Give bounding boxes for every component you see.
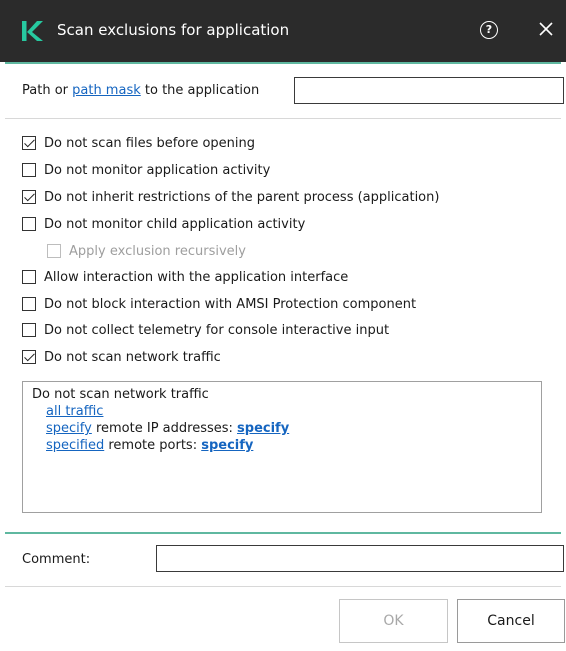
panel-line-ip-addresses: specify remote IP addresses: specify [46, 421, 289, 436]
close-icon[interactable] [536, 19, 556, 39]
kaspersky-logo-icon [22, 21, 43, 41]
checkbox[interactable] [22, 190, 36, 204]
accent-divider-bottom [5, 532, 561, 534]
option-inherit-parent-restrictions[interactable]: Do not inherit restrictions of the paren… [22, 188, 439, 206]
ip-text: remote IP addresses: [91, 421, 238, 436]
ports-text: remote ports: [104, 438, 202, 453]
option-console-telemetry[interactable]: Do not collect telemetry for console int… [22, 321, 389, 339]
checkbox[interactable] [22, 350, 36, 364]
help-icon[interactable]: ? [480, 21, 498, 39]
panel-line-all-traffic: all traffic [46, 404, 103, 419]
cancel-button[interactable]: Cancel [457, 599, 565, 643]
network-traffic-panel: Do not scan network traffic all traffic … [22, 381, 542, 513]
panel-line-ports: specified remote ports: specify [46, 438, 253, 453]
checkbox[interactable] [22, 163, 36, 177]
ip-mode-link[interactable]: specify [46, 421, 92, 436]
option-scan-network-traffic[interactable]: Do not scan network traffic [22, 348, 221, 366]
window-title: Scan exclusions for application [57, 21, 290, 39]
path-mask-link[interactable]: path mask [72, 83, 141, 98]
comment-label: Comment: [22, 552, 91, 567]
comment-input[interactable] [156, 545, 564, 572]
option-monitor-application-activity[interactable]: Do not monitor application activity [22, 161, 270, 179]
option-allow-interface-interaction[interactable]: Allow interaction with the application i… [22, 268, 348, 286]
option-amsi-protection[interactable]: Do not block interaction with AMSI Prote… [22, 295, 416, 313]
title-bar: Scan exclusions for application ? [0, 0, 566, 62]
checkbox[interactable] [22, 270, 36, 284]
ports-mode-link[interactable]: specified [46, 438, 104, 453]
checkbox[interactable] [22, 323, 36, 337]
checkbox-disabled [47, 244, 61, 258]
ip-value-link[interactable]: specify [237, 421, 289, 436]
checkbox[interactable] [22, 217, 36, 231]
footer-divider [5, 586, 561, 587]
option-label: Do not block interaction with AMSI Prote… [44, 296, 417, 312]
section-divider [5, 118, 561, 119]
path-input[interactable] [294, 77, 564, 104]
option-label: Do not inherit restrictions of the paren… [44, 189, 440, 205]
all-traffic-link[interactable]: all traffic [46, 404, 103, 419]
ports-value-link[interactable]: specify [201, 438, 253, 453]
path-label-prefix: Path or [22, 83, 73, 98]
option-scan-files-before-opening[interactable]: Do not scan files before opening [22, 134, 255, 152]
option-label: Apply exclusion recursively [69, 243, 246, 259]
checkbox[interactable] [22, 297, 36, 311]
option-label: Do not monitor child application activit… [44, 216, 306, 232]
checkbox[interactable] [22, 136, 36, 150]
option-label: Do not monitor application activity [44, 162, 271, 178]
panel-title: Do not scan network traffic [32, 387, 209, 402]
path-label-suffix: to the application [140, 83, 260, 98]
option-label: Do not scan network traffic [44, 349, 221, 365]
path-label: Path or path mask to the application [22, 83, 259, 98]
option-apply-recursively: Apply exclusion recursively [47, 242, 246, 260]
option-label: Do not scan files before opening [44, 135, 255, 151]
option-label: Do not collect telemetry for console int… [44, 322, 390, 338]
accent-divider-top [5, 62, 561, 64]
option-monitor-child-activity[interactable]: Do not monitor child application activit… [22, 215, 305, 233]
ok-button[interactable]: OK [339, 599, 448, 643]
option-label: Allow interaction with the application i… [44, 269, 349, 285]
